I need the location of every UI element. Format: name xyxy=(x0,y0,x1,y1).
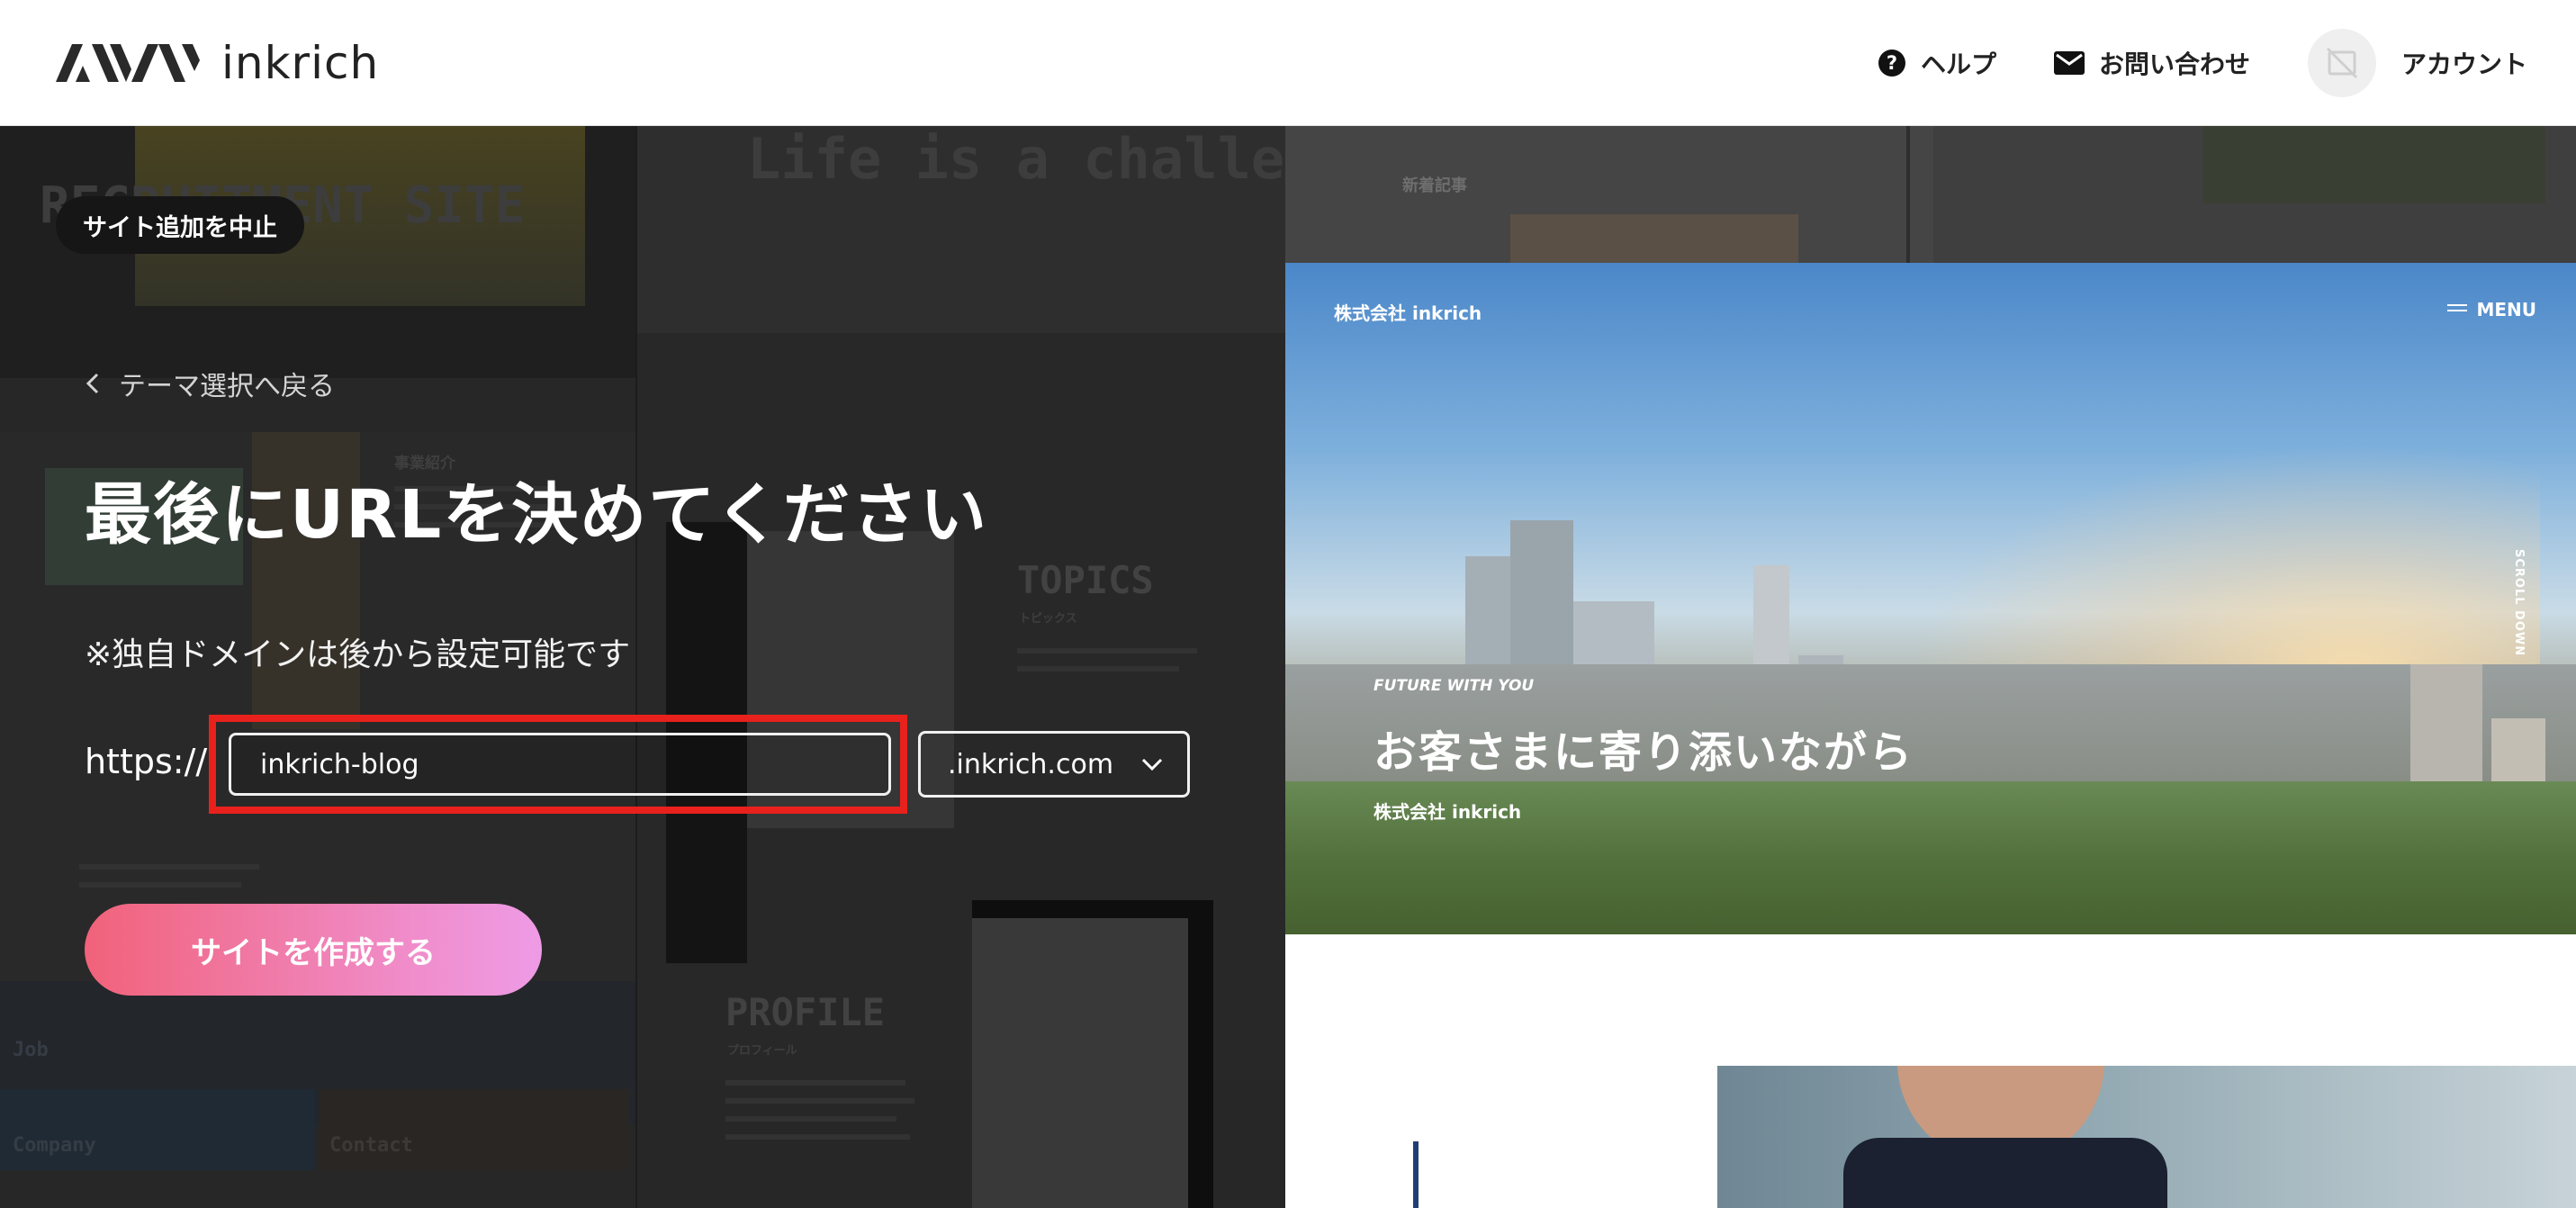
mail-icon xyxy=(2053,50,2085,75)
preview-company-name: 株式会社 inkrich xyxy=(1334,302,1482,324)
inkrich-logo[interactable]: inkrich xyxy=(56,37,379,89)
photo-suit xyxy=(1843,1138,2167,1208)
contact-label: お問い合わせ xyxy=(2098,49,2250,79)
domain-select-value: .inkrich.com xyxy=(948,748,1114,780)
header-nav: ? ヘルプ お問い合わせ アカウント xyxy=(1820,28,2527,97)
theme-preview-hero: 株式会社 inkrich MENU SCROLL DOWN FUTURE WIT… xyxy=(1285,263,2576,934)
app-header: inkrich ? ヘルプ お問い合わせ アカウント xyxy=(0,0,2576,126)
preview-menu-label: MENU xyxy=(2476,299,2536,320)
avatar xyxy=(2307,28,2376,97)
chevron-left-icon xyxy=(86,373,99,394)
subdomain-input[interactable]: inkrich-blog xyxy=(229,733,891,796)
back-label: テーマ選択へ戻る xyxy=(119,371,335,402)
preview-tagline: FUTURE WITH YOU xyxy=(1374,677,1535,695)
page-title: 最後にURLを決めてください xyxy=(85,476,989,554)
logo-mark-icon xyxy=(56,43,200,82)
collage-photo-runners xyxy=(2203,126,2545,203)
domain-select[interactable]: .inkrich.com xyxy=(918,731,1190,798)
account-menu[interactable]: アカウント xyxy=(2307,28,2527,97)
section-accent-bar xyxy=(1413,1141,1419,1208)
no-image-icon xyxy=(2326,47,2358,78)
chevron-down-icon xyxy=(1141,758,1163,771)
create-site-button[interactable]: サイトを作成する xyxy=(85,904,542,996)
collage-divider xyxy=(1906,126,1910,263)
domain-note: ※独自ドメインは後から設定可能です xyxy=(85,636,631,673)
preview-menu: MENU xyxy=(2447,299,2536,320)
preview-ceo-photo xyxy=(1717,1066,2576,1208)
preview-headline: お客さまに寄り添いながら xyxy=(1374,727,1914,778)
help-link[interactable]: ? ヘルプ xyxy=(1878,45,1996,81)
url-prefix: https:// xyxy=(85,742,208,781)
hamburger-icon xyxy=(2447,304,2468,311)
preview-scroll-down: SCROLL DOWN xyxy=(2512,549,2526,657)
account-label: アカウント xyxy=(2400,49,2527,79)
contact-link[interactable]: お問い合わせ xyxy=(2053,45,2250,81)
collage-photo-food xyxy=(1510,214,1798,263)
preview-collage-top: 新着記事 xyxy=(1285,126,2576,263)
preview-subtitle: 株式会社 inkrich xyxy=(1374,801,1522,823)
help-label: ヘルプ xyxy=(1920,49,1996,79)
help-circle-icon: ? xyxy=(1878,49,1905,77)
back-to-theme-link[interactable]: テーマ選択へ戻る xyxy=(85,364,335,403)
cancel-site-add-button[interactable]: サイト追加を中止 xyxy=(56,196,304,254)
svg-text:?: ? xyxy=(1887,52,1897,74)
preview-content-section xyxy=(1285,934,2576,1208)
logo-text: inkrich xyxy=(221,36,380,89)
collage-news-text: 新着記事 xyxy=(1402,176,1467,195)
